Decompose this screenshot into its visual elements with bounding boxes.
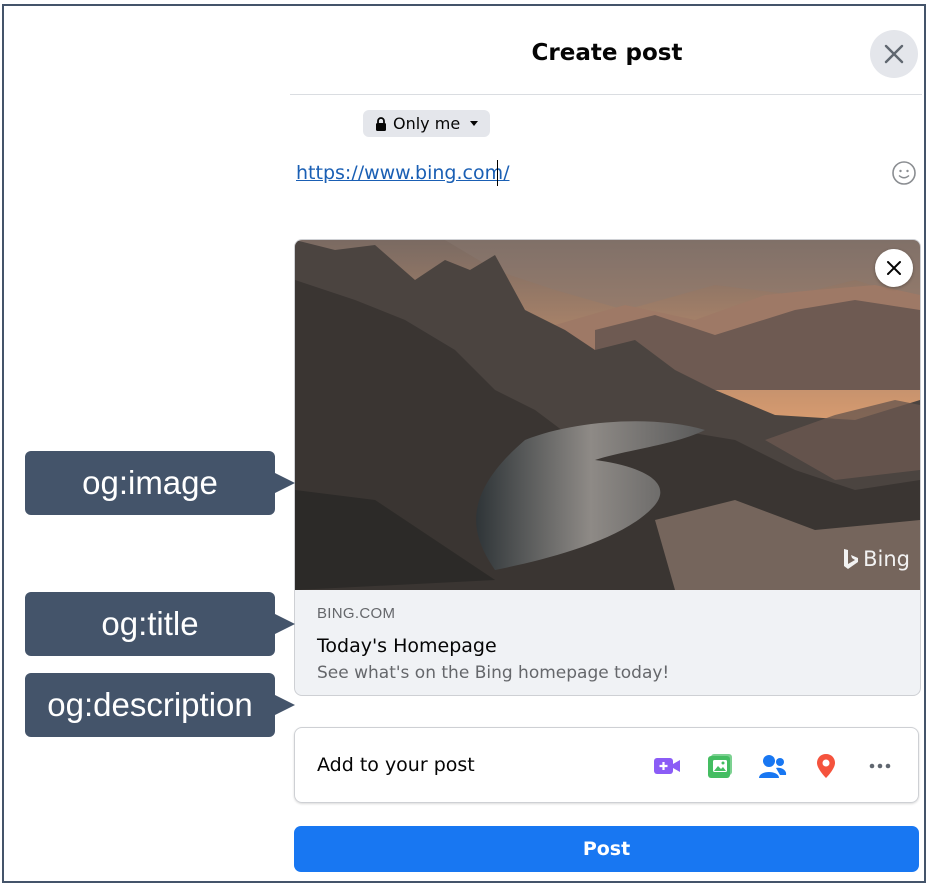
caret-down-icon	[470, 121, 479, 126]
close-dialog-button[interactable]	[870, 30, 918, 78]
more-options-button[interactable]	[866, 752, 894, 780]
photo-video-icon	[708, 754, 732, 778]
dialog-title: Create post	[531, 40, 683, 66]
remove-preview-button[interactable]	[875, 249, 913, 287]
add-to-post-bar: Add to your post	[294, 727, 919, 803]
callout-og-title-label: og:title	[101, 605, 199, 642]
location-pin-icon	[817, 754, 835, 778]
callout-og-image-label: og:image	[82, 464, 218, 501]
close-icon	[884, 44, 904, 64]
live-video-button[interactable]	[653, 752, 681, 780]
tag-people-icon	[759, 755, 787, 778]
callout-og-title: og:title	[25, 592, 295, 656]
bing-logo-icon	[844, 549, 859, 569]
lock-icon	[376, 116, 386, 131]
header-divider	[290, 94, 922, 95]
add-to-post-label: Add to your post	[317, 754, 475, 776]
audience-label: Only me	[393, 114, 461, 133]
link-domain: BING.COM	[317, 605, 396, 622]
callout-og-description: og:description	[25, 673, 295, 737]
tag-people-button[interactable]	[759, 752, 787, 780]
link-title: Today's Homepage	[317, 635, 497, 657]
more-icon	[869, 763, 891, 769]
callout-og-image: og:image	[25, 451, 295, 515]
post-text-input[interactable]: https://www.bing.com/	[296, 162, 509, 184]
link-preview-card[interactable]: Bing BING.COM Today's Homepage See what'…	[294, 239, 921, 696]
link-preview-image	[295, 240, 920, 590]
link-description: See what's on the Bing homepage today!	[317, 663, 670, 683]
live-video-icon	[654, 758, 680, 774]
bing-watermark: Bing	[843, 547, 910, 571]
close-icon	[887, 261, 901, 275]
bing-watermark-text: Bing	[863, 547, 910, 571]
text-cursor	[497, 160, 498, 186]
audience-selector[interactable]: Only me	[363, 110, 491, 137]
callout-og-description-label: og:description	[47, 686, 253, 723]
check-in-button[interactable]	[812, 752, 840, 780]
photo-video-button[interactable]	[706, 752, 734, 780]
post-button[interactable]: Post	[294, 826, 919, 872]
emoji-icon[interactable]	[891, 160, 917, 186]
